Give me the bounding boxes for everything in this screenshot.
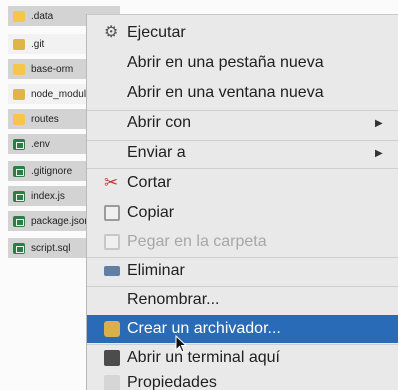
menu-item-delete[interactable]: Eliminar [87,257,398,285]
menu-item-create-archive[interactable]: Crear un archivador... [87,315,398,343]
file-name: .env [31,138,50,150]
menu-item-label: Abrir con [127,114,192,131]
menu-item-open-new-tab[interactable]: Abrir en una pestaña nueva [87,49,398,77]
menu-item-cut[interactable]: ✂ Cortar [87,169,398,197]
menu-item-properties[interactable]: Propiedades [87,369,398,390]
submenu-arrow-icon: ▶ [375,117,383,129]
folder-icon [13,63,25,75]
execute-icon: ⚙ [104,24,119,41]
document-icon [13,165,25,177]
document-icon [13,242,25,254]
menu-item-label: Cortar [127,174,172,191]
menu-item-open-with[interactable]: Abrir con ▶ [87,109,398,137]
file-name: routes [31,113,59,125]
copy-icon [104,205,120,221]
menu-item-label: Abrir en una ventana nueva [127,84,324,101]
file-name: .git [31,38,45,50]
menu-item-label: Propiedades [127,374,217,390]
menu-item-open-new-window[interactable]: Abrir en una ventana nueva [87,79,398,107]
file-name: node_modul [31,88,87,100]
file-name: base-orm [31,63,74,75]
scissors-icon: ✂ [104,173,119,192]
menu-item-label: Pegar en la carpeta [127,233,267,250]
folder-icon [13,10,25,22]
menu-item-open-terminal[interactable]: Abrir un terminal aquí [87,344,398,372]
menu-item-label: Eliminar [127,262,185,279]
menu-item-label: Renombrar... [127,291,220,308]
mouse-cursor-icon [175,335,187,353]
folder-icon [13,88,25,100]
menu-item-label: Ejecutar [127,24,186,41]
menu-item-copy[interactable]: Copiar [87,199,398,227]
context-menu: ⚙ Ejecutar Abrir en una pestaña nueva Ab… [86,14,398,390]
document-icon [13,138,25,150]
menu-item-ejecutar[interactable]: ⚙ Ejecutar [87,19,398,47]
menu-item-rename[interactable]: Renombrar... [87,286,398,314]
menu-item-label: Abrir un terminal aquí [127,349,280,366]
file-name: package.json [31,215,90,227]
file-name: .data [31,10,54,22]
menu-item-label: Abrir en una pestaña nueva [127,54,324,71]
document-icon [13,215,25,227]
file-name: .gitignore [31,165,73,177]
menu-item-label: Enviar a [127,144,186,161]
file-name: index.js [31,190,65,202]
trash-icon [104,266,120,276]
properties-icon [104,375,120,390]
paste-icon [104,234,120,250]
menu-item-send-to[interactable]: Enviar a ▶ [87,139,398,167]
archive-icon [104,321,120,337]
menu-item-label: Crear un archivador... [127,320,281,337]
file-name: script.sql [31,242,71,254]
terminal-icon [104,350,120,366]
folder-icon [13,113,25,125]
menu-item-paste: Pegar en la carpeta [87,228,398,256]
submenu-arrow-icon: ▶ [375,147,383,159]
folder-icon [13,38,25,50]
menu-item-label: Copiar [127,204,175,221]
document-icon [13,190,25,202]
